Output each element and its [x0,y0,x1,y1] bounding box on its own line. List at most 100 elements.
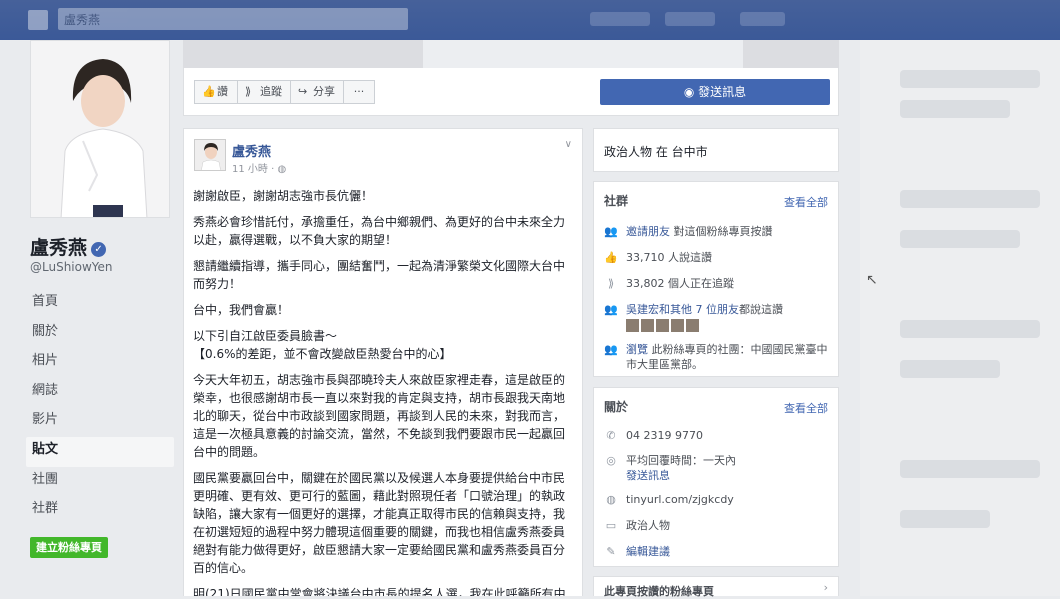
about-card: 關於 查看全部 ✆ 04 2319 9770 ◎ 平均回覆時間：一天內 發送訊息 ◍ t… [593,387,839,567]
post-paragraph: 懇請繼續指導，攜手同心，團結奮鬥，一起為清淨繁榮文化國際大台中而努力！ [193,259,566,291]
nav-item-about[interactable]: 關於 [26,319,174,349]
right-rail-blurred [860,40,1060,596]
phone-icon: ✆ [606,429,616,442]
category-text: 政治人物 在 台中市 [604,145,708,159]
nav-item-community[interactable]: 社群 [26,496,174,526]
share-icon: ↪ [298,85,308,98]
find-friends-link[interactable] [740,12,785,26]
community-card: 社群 查看全部 👥 邀請朋友 對這個粉絲專頁按讚 👍 33,710 人說這讚 ⟫ 33… [593,181,839,377]
friend-avatar[interactable] [671,319,684,332]
friends-like-row: 👥 吳建宏和其他 7 位朋友都說這讚 [604,302,830,336]
nav-item-photos[interactable]: 相片 [26,348,174,378]
like-button[interactable]: 👍 讚 [194,80,238,104]
invite-friends-text: 對這個粉絲專頁按讚 [670,225,773,238]
invite-friends-link[interactable]: 邀請朋友 [626,225,670,238]
post-paragraph: 今天大年初五，胡志強市長與邵曉玲夫人來啟臣家裡走春，這是啟臣的榮幸，也很感謝胡市… [193,373,566,459]
follows-count: 33,802 個人正在追蹤 [626,277,734,290]
messenger-icon: ◎ [606,454,616,467]
author-avatar-image [195,140,225,170]
follow-button[interactable]: ⟫ 追蹤 [237,80,291,104]
group-row: 👥 瀏覽 此粉絲專頁的社團：中國國民黨臺中市大里區黨部。 [604,342,830,372]
post-paragraph: 謝謝啟臣，謝謝胡志強市長伉儷！ [193,189,374,203]
liked-pages-title: 此專頁按讚的粉絲專頁 [604,585,714,598]
post-time-text: 11 小時 · [232,164,275,175]
phone-row: ✆ 04 2319 9770 [604,428,830,443]
likes-count: 33,710 人說這讚 [626,251,712,264]
follows-row: ⟫ 33,802 個人正在追蹤 [604,276,830,291]
pencil-icon: ✎ [606,545,616,558]
response-row: ◎ 平均回覆時間：一天內 發送訊息 [604,453,830,483]
rss-icon: ⟫ [245,85,252,98]
friend-avatar[interactable] [641,319,654,332]
follow-label: 追蹤 [260,85,282,98]
suggest-edit-row: ✎ 編輯建議 [604,544,830,559]
friends-like-text: 都說這讚 [739,303,783,316]
page-handle: @LuShiowYen [30,260,113,274]
chevron-right-icon[interactable]: › [824,581,828,594]
post-options-chevron-icon[interactable]: ∨ [565,139,572,150]
friend-avatar[interactable] [686,319,699,332]
website-row: ◍ tinyurl.com/zjgkcdy [604,492,830,507]
post-paragraph: 以下引自江啟臣委員臉書～ [193,329,338,343]
category-row: ▭ 政治人物 [604,518,830,533]
post-paragraph: 秀燕必會珍惜託付，承擔重任，為台中鄉親們、為更好的台中未來全力以赴，贏得選戰，以… [193,215,566,247]
website-link[interactable]: tinyurl.com/zjgkcdy [626,492,830,507]
community-see-all-link[interactable]: 查看全部 [784,194,828,210]
about-title: 關於 [604,400,629,414]
suggest-edit-link[interactable]: 編輯建議 [626,544,830,559]
post-body: 謝謝啟臣，謝謝胡志強市長伉儷！ 秀燕必會珍惜託付，承擔重任，為台中鄉親們、為更好… [193,187,569,596]
page-nav: 首頁 關於 相片 網誌 影片 貼文 社團 社群 [26,289,174,526]
send-message-label: 發送訊息 [698,85,747,99]
post-paragraph: 台中，我們會贏！ [193,303,290,317]
nav-item-notes[interactable]: 網誌 [26,378,174,408]
nav-item-groups[interactable]: 社團 [26,467,174,497]
verified-badge-icon: ✓ [91,242,107,257]
post-paragraph: 明(21)日國民黨中常會將決議台中市長的提名人選，我在此呼籲所有中 [193,587,566,596]
post-paragraph: 國民黨要贏回台中，關鍵在於國民黨以及候選人本身要提供給台中市民更明確、更有效、更… [193,471,566,575]
people-icon: 👥 [604,303,618,316]
nav-item-home[interactable]: 首頁 [26,289,174,319]
friend-avatar[interactable] [656,319,669,332]
cover-photo [183,40,839,68]
post-paragraph: 【0.6%的差距，並不會改變啟臣熱愛台中的心】 [193,347,452,361]
share-button[interactable]: ↪ 分享 [290,80,344,104]
profile-link[interactable] [590,12,650,26]
send-message-button[interactable]: ◉ 發送訊息 [600,79,830,105]
about-category-link[interactable]: 政治人物 [626,518,830,533]
page-action-bar: 👍 讚 ⟫ 追蹤 ↪ 分享 ··· ◉ 發送訊息 [183,68,839,116]
thumbs-up-icon: 👍 [202,85,216,98]
tag-icon: ▭ [605,519,617,532]
messenger-icon: ◉ [683,85,699,99]
nav-item-posts[interactable]: 貼文 [26,436,174,467]
post-author[interactable]: 盧秀燕 [232,141,271,160]
author-avatar[interactable] [194,139,226,171]
post-time[interactable]: 11 小時 · ◍ [232,160,286,175]
more-button[interactable]: ··· [343,80,375,104]
globe-icon: ◍ [606,493,616,506]
create-page-button[interactable]: 建立粉絲專頁 [30,537,108,558]
share-label: 分享 [313,85,335,98]
thumbs-up-icon: 👍 [604,251,618,264]
friend-avatars [626,319,830,336]
friends-like-link[interactable]: 吳建宏和其他 7 位朋友 [626,303,739,316]
about-send-message-link[interactable]: 發送訊息 [626,468,830,483]
community-title: 社群 [604,194,629,208]
post-card: 盧秀燕 11 小時 · ◍ ∨ 謝謝啟臣，謝謝胡志強市長伉儷！ 秀燕必會珍惜託付… [183,128,583,596]
group-browse-link[interactable]: 瀏覽 [626,343,648,356]
friend-avatar[interactable] [626,319,639,332]
invite-friends-row: 👥 邀請朋友 對這個粉絲專頁按讚 [604,224,830,239]
category-card: 政治人物 在 台中市 [593,128,839,172]
search-input[interactable]: 盧秀燕 [58,8,408,30]
globe-icon: ◍ [277,164,287,175]
nav-item-videos[interactable]: 影片 [26,407,174,437]
home-link[interactable] [665,12,715,26]
about-see-all-link[interactable]: 查看全部 [784,400,828,416]
phone-number[interactable]: 04 2319 9770 [626,428,830,443]
facebook-logo-icon[interactable] [28,10,48,30]
profile-photo-image [31,41,169,217]
liked-pages-card: 此專頁按讚的粉絲專頁 › [593,576,839,598]
page-name: 盧秀燕 ✓ [30,233,107,260]
like-label: 讚 [217,85,228,98]
profile-photo[interactable] [30,40,170,218]
group-text: 此粉絲專頁的社團：中國國民黨臺中市大里區黨部。 [626,343,828,371]
